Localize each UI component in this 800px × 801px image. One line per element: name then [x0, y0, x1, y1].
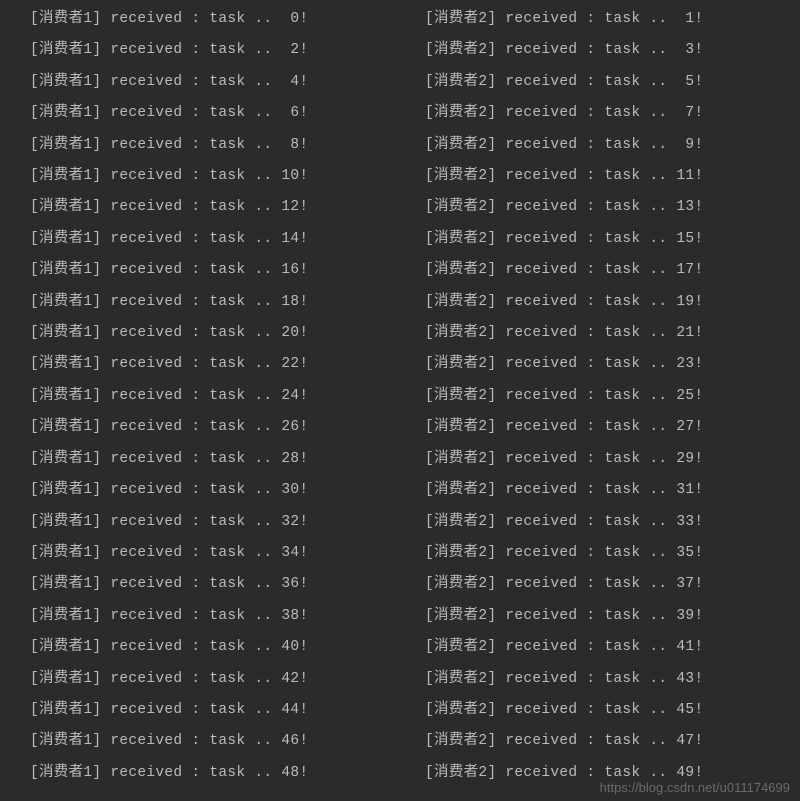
console-line: [消费者2] received : task .. 39! [425, 601, 796, 632]
console-line: [消费者2] received : task .. 43! [425, 664, 796, 695]
console-line: [消费者2] received : task .. 15! [425, 224, 796, 255]
console-container: [消费者1] received : task .. 0![消费者1] recei… [0, 0, 800, 801]
console-line: [消费者2] received : task .. 3! [425, 35, 796, 66]
console-line: [消费者2] received : task .. 35! [425, 538, 796, 569]
console-line: [消费者2] received : task .. 45! [425, 695, 796, 726]
console-line: [消费者1] received : task .. 46! [30, 726, 401, 757]
console-line: [消费者2] received : task .. 1! [425, 4, 796, 35]
console-line: [消费者2] received : task .. 25! [425, 381, 796, 412]
console-line: [消费者1] received : task .. 14! [30, 224, 401, 255]
console-line: [消费者2] received : task .. 9! [425, 130, 796, 161]
console-line: [消费者1] received : task .. 0! [30, 4, 401, 35]
console-line: [消费者2] received : task .. 11! [425, 161, 796, 192]
console-line: [消费者2] received : task .. 27! [425, 412, 796, 443]
console-line: [消费者2] received : task .. 41! [425, 632, 796, 663]
console-line: [消费者2] received : task .. 23! [425, 349, 796, 380]
console-line: [消费者2] received : task .. 21! [425, 318, 796, 349]
console-line: [消费者2] received : task .. 5! [425, 67, 796, 98]
console-line: [消费者1] received : task .. 36! [30, 569, 401, 600]
console-line: [消费者1] received : task .. 44! [30, 695, 401, 726]
console-line: [消费者1] received : task .. 38! [30, 601, 401, 632]
console-line: [消费者2] received : task .. 13! [425, 192, 796, 223]
console-line: [消费者1] received : task .. 30! [30, 475, 401, 506]
console-line: [消费者1] received : task .. 40! [30, 632, 401, 663]
console-line: [消费者2] received : task .. 33! [425, 507, 796, 538]
console-line: [消费者2] received : task .. 37! [425, 569, 796, 600]
console-line: [消费者2] received : task .. 7! [425, 98, 796, 129]
console-line: [消费者1] received : task .. 18! [30, 287, 401, 318]
console-line: [消费者2] received : task .. 29! [425, 444, 796, 475]
console-line: [消费者1] received : task .. 12! [30, 192, 401, 223]
console-line: [消费者1] received : task .. 2! [30, 35, 401, 66]
console-line: [消费者1] received : task .. 22! [30, 349, 401, 380]
console-line: [消费者2] received : task .. 19! [425, 287, 796, 318]
console-line: [消费者1] received : task .. 6! [30, 98, 401, 129]
console-line: [消费者1] received : task .. 4! [30, 67, 401, 98]
console-line: [消费者2] received : task .. 17! [425, 255, 796, 286]
console-line: [消费者1] received : task .. 10! [30, 161, 401, 192]
console-line: [消费者1] received : task .. 28! [30, 444, 401, 475]
console-line: [消费者1] received : task .. 32! [30, 507, 401, 538]
console-line: [消费者1] received : task .. 26! [30, 412, 401, 443]
console-line: [消费者1] received : task .. 42! [30, 664, 401, 695]
console-line: [消费者1] received : task .. 16! [30, 255, 401, 286]
console-column-right: [消费者2] received : task .. 1![消费者2] recei… [405, 4, 800, 801]
console-line: [消费者1] received : task .. 48! [30, 758, 401, 789]
watermark: https://blog.csdn.net/u011174699 [600, 780, 790, 795]
console-line: [消费者1] received : task .. 20! [30, 318, 401, 349]
console-line: [消费者1] received : task .. 8! [30, 130, 401, 161]
console-line: [消费者2] received : task .. 31! [425, 475, 796, 506]
console-line: [消费者1] received : task .. 34! [30, 538, 401, 569]
console-column-left: [消费者1] received : task .. 0![消费者1] recei… [0, 4, 405, 801]
console-line: [消费者2] received : task .. 47! [425, 726, 796, 757]
console-line: [消费者1] received : task .. 24! [30, 381, 401, 412]
